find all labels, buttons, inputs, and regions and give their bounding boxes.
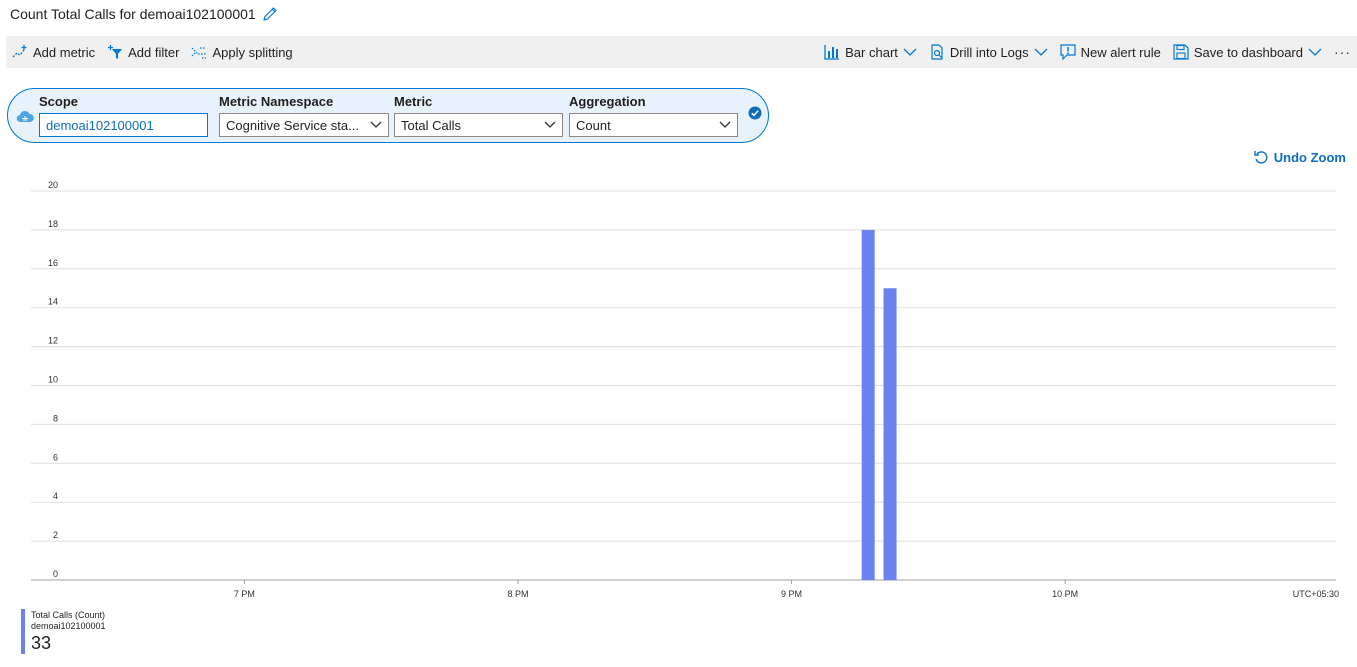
legend-total: 33: [31, 633, 52, 653]
x-tick-label: 10 PM: [1052, 589, 1078, 599]
add-filter-label: Add filter: [128, 44, 180, 60]
timezone-label: UTC+05:30: [1293, 589, 1339, 599]
legend-swatch: [21, 609, 25, 654]
page-title: Count Total Calls for demoai102100001: [10, 6, 256, 22]
namespace-dropdown[interactable]: Cognitive Service sta...: [219, 113, 389, 137]
bar-chart-label: Bar chart: [845, 44, 898, 60]
add-filter-button[interactable]: Add filter: [101, 36, 185, 68]
chevron-down-icon: [719, 121, 731, 128]
y-tick-label: 8: [53, 413, 58, 423]
chevron-down-icon: [370, 121, 382, 128]
save-to-dashboard-dropdown[interactable]: Save to dashboard: [1167, 36, 1328, 68]
y-tick-label: 4: [53, 491, 58, 501]
namespace-label: Metric Namespace: [219, 94, 334, 109]
apply-splitting-label: Apply splitting: [212, 44, 293, 60]
aggregation-value: Count: [576, 117, 611, 133]
save-icon: [1173, 44, 1189, 60]
bar-chart-icon: [824, 45, 840, 60]
alert-icon: [1060, 44, 1076, 60]
y-tick-label: 0: [53, 569, 58, 579]
y-tick-label: 18: [48, 219, 58, 229]
scope-label: Scope: [39, 94, 79, 109]
y-tick-label: 12: [48, 336, 58, 346]
drill-into-logs-dropdown[interactable]: Drill into Logs: [923, 36, 1054, 68]
toolbar: Add metric Add filter Apply splitting Ba…: [6, 36, 1357, 68]
add-metric-label: Add metric: [33, 44, 96, 60]
more-options-button[interactable]: ···: [1328, 36, 1357, 68]
aggregation-dropdown[interactable]: Count: [569, 113, 738, 137]
y-tick-label: 10: [48, 375, 58, 385]
chevron-down-icon: [544, 121, 556, 128]
x-tick-label: 7 PM: [234, 589, 255, 599]
chevron-down-icon: [903, 48, 917, 56]
namespace-field: Metric Namespace Cognitive Service sta..…: [219, 94, 389, 137]
pencil-icon[interactable]: [262, 6, 278, 22]
metric-query-pill: Scope demoai102100001 Metric Namespace C…: [7, 88, 769, 143]
logs-icon: [931, 44, 943, 60]
undo-zoom-label: Undo Zoom: [1273, 150, 1346, 165]
page-title-row: Count Total Calls for demoai102100001: [10, 4, 278, 24]
metric-value: Total Calls: [401, 117, 461, 133]
filter-icon: [108, 45, 123, 59]
metric-dropdown[interactable]: Total Calls: [394, 113, 563, 137]
legend-text: Total Calls (Count) demoai102100001 33: [31, 609, 106, 654]
chart-bar[interactable]: [883, 288, 897, 580]
add-metric-icon: [12, 45, 27, 58]
new-alert-rule-button[interactable]: New alert rule: [1054, 36, 1167, 68]
legend-resource: demoai102100001: [31, 621, 106, 631]
splitting-icon: [192, 47, 207, 59]
chart-legend[interactable]: Total Calls (Count) demoai102100001 33: [21, 609, 106, 654]
apply-splitting-button[interactable]: Apply splitting: [185, 36, 298, 68]
chevron-down-icon: [1308, 48, 1322, 56]
y-tick-label: 6: [53, 452, 58, 462]
cognitive-service-icon: [16, 110, 34, 123]
x-tick-label: 9 PM: [781, 589, 802, 599]
y-tick-label: 2: [53, 530, 58, 540]
scope-input[interactable]: demoai102100001: [39, 113, 208, 137]
y-tick-label: 16: [48, 258, 58, 268]
scope-field: Scope demoai102100001: [39, 94, 208, 137]
undo-zoom-button[interactable]: Undo Zoom: [1254, 150, 1346, 165]
chart-type-dropdown[interactable]: Bar chart: [818, 36, 923, 68]
add-metric-button[interactable]: Add metric: [6, 36, 101, 68]
legend-series-name: Total Calls (Count): [31, 610, 106, 620]
aggregation-label: Aggregation: [569, 94, 646, 109]
metrics-bar-chart[interactable]: 0 2 4 6 8 10 12 14 16 18 20 7 PM 8 PM 9 PM 10 PM UTC+…: [0, 170, 1357, 602]
y-tick-label: 14: [48, 297, 58, 307]
checkmark-icon[interactable]: [748, 106, 762, 120]
drill-into-logs-label: Drill into Logs: [949, 44, 1029, 60]
new-alert-rule-label: New alert rule: [1080, 44, 1161, 60]
x-tick-label: 8 PM: [507, 589, 528, 599]
metric-field: Metric Total Calls: [394, 94, 563, 137]
undo-icon: [1254, 151, 1268, 164]
chart-bar[interactable]: [861, 229, 875, 580]
namespace-value: Cognitive Service sta...: [226, 117, 359, 133]
chevron-down-icon: [1034, 48, 1048, 56]
save-to-dashboard-label: Save to dashboard: [1193, 44, 1303, 60]
metric-label: Metric: [394, 94, 433, 109]
y-tick-label: 20: [48, 180, 58, 190]
scope-value: demoai102100001: [46, 117, 154, 133]
aggregation-field: Aggregation Count: [569, 94, 738, 137]
